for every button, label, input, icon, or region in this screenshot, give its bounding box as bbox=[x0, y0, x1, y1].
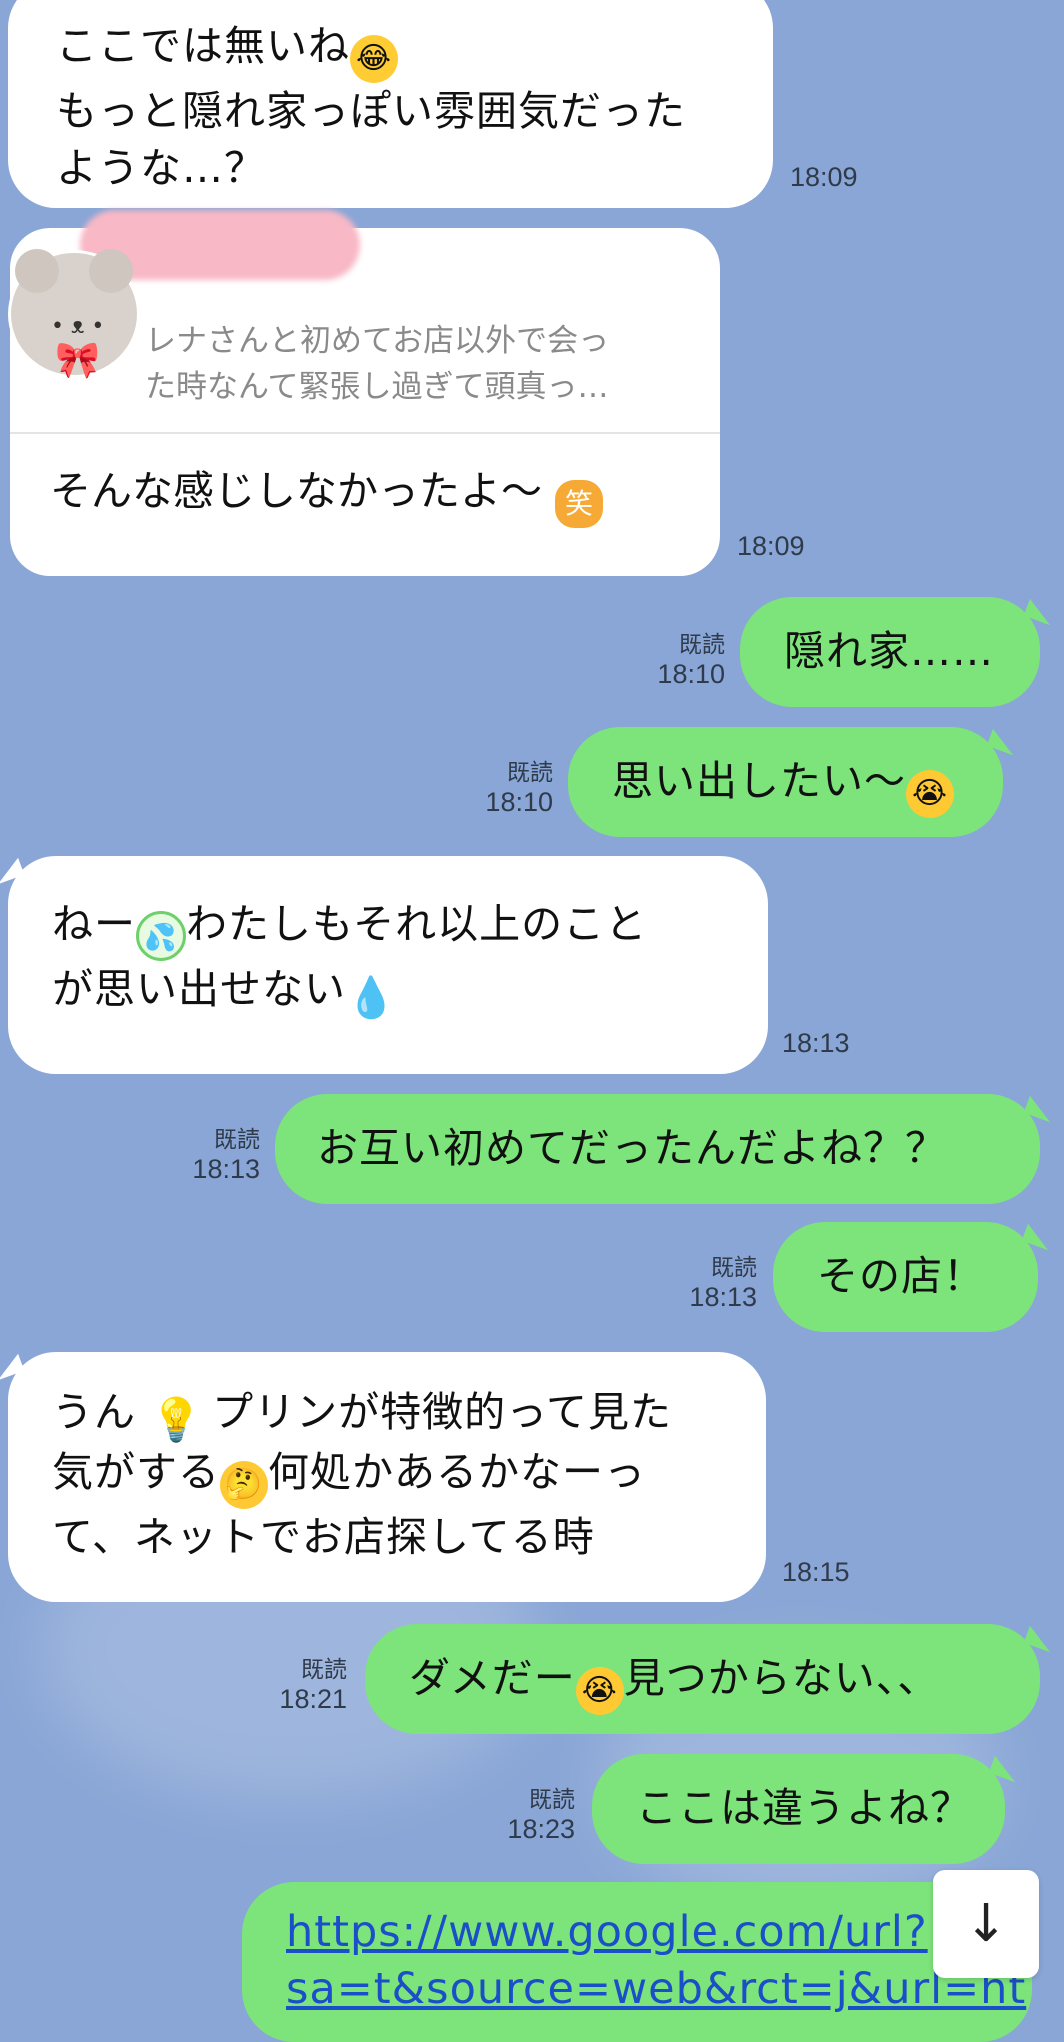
quoted-text: た時なんて緊張し過ぎて頭真っ… bbox=[145, 369, 609, 405]
outgoing-message: 隠れ家…… bbox=[740, 597, 1040, 707]
message-text: もっと隠れ家っぽい雰囲気だった bbox=[56, 87, 686, 135]
avatar-ear bbox=[89, 249, 133, 293]
sweat-droplets-icon: 💧 bbox=[346, 975, 397, 1021]
message-text: て、ネットでお店探してる時 bbox=[52, 1513, 595, 1561]
quoted-message[interactable]: レナさんと初めてお店以外で会っ た時なんて緊張し過ぎて頭真っ… bbox=[145, 318, 685, 410]
scroll-to-bottom-button[interactable]: ↓ bbox=[933, 1870, 1039, 1978]
outgoing-message: その店！ bbox=[773, 1222, 1038, 1332]
avatar[interactable]: • ᴥ • 🎀 bbox=[8, 249, 140, 381]
loudly-crying-face-icon: 😭 bbox=[575, 1667, 624, 1715]
incoming-message: ここでは無いね 😂 もっと隠れ家っぽい雰囲気だった ような…？ bbox=[8, 0, 773, 208]
bow-icon: 🎀 bbox=[55, 340, 100, 381]
read-label: 既読 bbox=[711, 1255, 757, 1281]
message-text: わたしもそれ以上のこと bbox=[186, 900, 648, 948]
message-time: 18:23 bbox=[507, 1814, 575, 1844]
message-time: 18:10 bbox=[657, 659, 725, 689]
quoted-text: レナさんと初めてお店以外で会っ bbox=[145, 323, 610, 359]
read-label: 既読 bbox=[301, 1657, 347, 1683]
read-receipt: 既読 18:13 bbox=[175, 1120, 260, 1185]
read-label: 既読 bbox=[507, 760, 553, 786]
read-receipt: 既読 18:23 bbox=[490, 1780, 575, 1845]
message-text: ここでは無いね bbox=[56, 22, 350, 70]
message-time: 18:21 bbox=[279, 1684, 347, 1714]
message-text: ねー bbox=[52, 900, 136, 948]
arrow-down-icon: ↓ bbox=[964, 1894, 1008, 1954]
outgoing-message: 思い出したい〜 😭 bbox=[568, 727, 1003, 837]
sweat-face-icon: 💦 bbox=[136, 911, 186, 961]
read-receipt: 既読 18:21 bbox=[262, 1650, 347, 1715]
outgoing-message: ここは違うよね？ bbox=[592, 1754, 1005, 1864]
message-text: ここは違うよね？ bbox=[636, 1784, 972, 1832]
read-label: 既読 bbox=[529, 1787, 575, 1813]
message-text: その店！ bbox=[817, 1252, 985, 1300]
message-text: お互い初めてだったんだよね？？ bbox=[317, 1124, 947, 1172]
message-text: が思い出せない bbox=[52, 965, 346, 1013]
message-time: 18:10 bbox=[485, 787, 553, 817]
message-time: 18:13 bbox=[782, 1028, 850, 1058]
read-label: 既読 bbox=[679, 632, 725, 658]
message-time: 18:09 bbox=[737, 531, 805, 561]
read-receipt: 既読 18:10 bbox=[468, 753, 553, 818]
message-text: 何処かあるかなーっ bbox=[268, 1448, 646, 1496]
rolling-laughing-face-icon: 😂 bbox=[350, 35, 398, 83]
message-time: 18:13 bbox=[689, 1282, 757, 1312]
read-receipt: 既読 18:10 bbox=[640, 625, 725, 690]
message-time: 18:09 bbox=[790, 162, 858, 192]
incoming-message: ねー 💦 わたしもそれ以上のこと が思い出せない💧 bbox=[8, 856, 768, 1074]
loudly-crying-face-icon: 😭 bbox=[906, 770, 954, 818]
outgoing-message: ダメだー 😭 見つからない、、 bbox=[365, 1624, 1040, 1734]
message-text: そんな感じしなかったよ〜 bbox=[50, 467, 542, 515]
message-link[interactable]: sa=t&source=web&rct=j&url=ht bbox=[286, 1961, 1032, 2018]
thinking-face-icon: 🤔 bbox=[220, 1461, 268, 1509]
heart-warai-icon: 笑 bbox=[555, 480, 604, 528]
outgoing-link-message: https://www.google.com/url? sa=t&source=… bbox=[242, 1882, 1032, 2042]
message-time: 18:15 bbox=[782, 1557, 850, 1587]
message-text: 気がする bbox=[52, 1448, 220, 1496]
message-text: 隠れ家…… bbox=[784, 627, 994, 675]
read-receipt: 既読 18:13 bbox=[672, 1248, 757, 1313]
message-text: プリンが特徴的って見た bbox=[212, 1388, 673, 1436]
message-text: 思い出したい〜 bbox=[612, 757, 906, 805]
light-bulb-icon: 💡 bbox=[150, 1395, 204, 1444]
avatar-ear bbox=[15, 249, 59, 293]
bear-face-icon: • ᴥ • bbox=[51, 314, 105, 339]
outgoing-message: お互い初めてだったんだよね？？ bbox=[275, 1094, 1040, 1204]
incoming-message: うん 💡 プリンが特徴的って見た 気がする 🤔 何処かあるかなーっ て、ネットでお店… bbox=[8, 1352, 766, 1602]
message-text: 見つからない、、 bbox=[623, 1654, 940, 1702]
message-text: うん bbox=[52, 1388, 136, 1436]
message-time: 18:13 bbox=[192, 1154, 260, 1184]
message-text: ような…？ bbox=[56, 144, 266, 192]
message-text: ダメだー bbox=[409, 1654, 576, 1702]
message-text-row: そんな感じしなかったよ〜 笑 bbox=[50, 463, 604, 528]
quote-divider bbox=[10, 432, 720, 434]
message-link[interactable]: https://www.google.com/url? bbox=[286, 1904, 1032, 1961]
read-label: 既読 bbox=[214, 1127, 260, 1153]
